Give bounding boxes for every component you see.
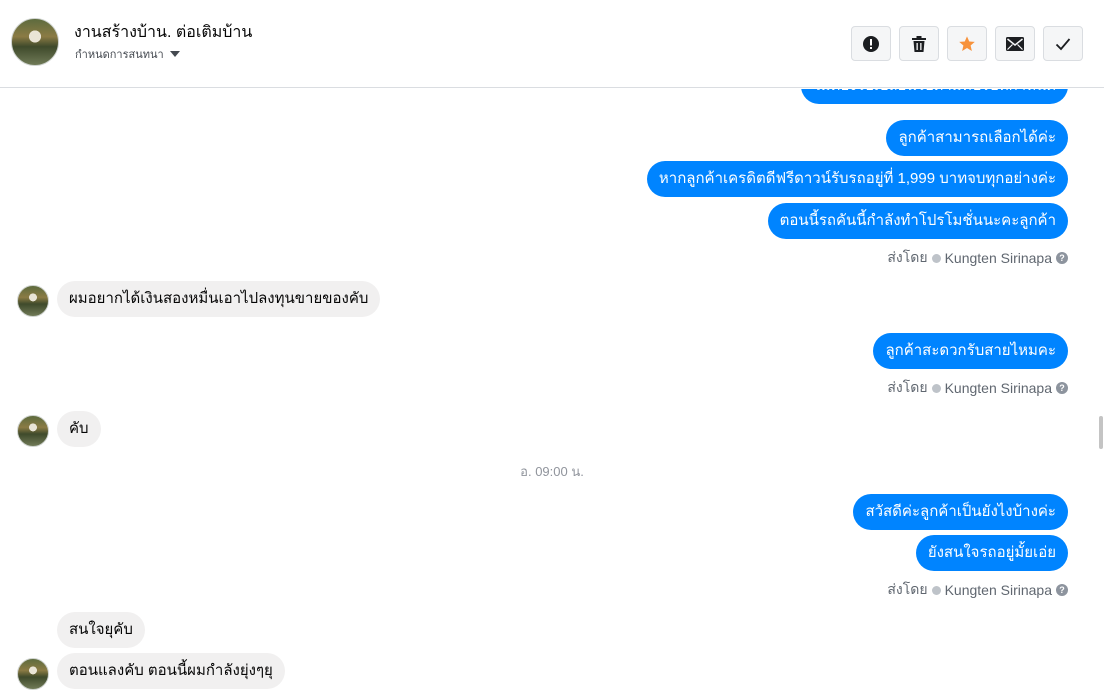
help-icon[interactable]: ? (1056, 252, 1068, 264)
help-icon[interactable]: ? (1056, 584, 1068, 596)
outgoing-message: หากลูกค้าเครดิตดีฟรีดาวน์รับรถอยู่ที่ 1,… (646, 161, 1068, 197)
outgoing-message: ลูกค้าสามารถเลือกได้ค่ะ (886, 120, 1068, 156)
done-button[interactable] (1043, 26, 1083, 61)
verified-icon (931, 383, 941, 393)
sent-by-note: ส่งโดย Kungten Sirinapa ? (887, 579, 1068, 601)
incoming-message: ผมอยากได้เงินสองหมื่นเอาไปลงทุนขายของคับ (57, 281, 381, 317)
conversation-header: งานสร้างบ้าน. ต่อเติมบ้าน กำหนดการสนทนา (0, 0, 1104, 88)
sent-by-label: ส่งโดย (887, 249, 928, 265)
exclamation-circle-icon (863, 35, 879, 52)
sender-name: Kungten Sirinapa (944, 582, 1052, 598)
customer-avatar (17, 415, 49, 447)
check-icon (1055, 37, 1071, 50)
envelope-icon (1006, 36, 1024, 51)
sender-name: Kungten Sirinapa (944, 380, 1052, 396)
incoming-message: สนใจยุคับ (57, 612, 145, 648)
caret-down-icon (169, 51, 180, 57)
help-icon[interactable]: ? (1056, 382, 1068, 394)
page-avatar[interactable] (11, 18, 59, 66)
star-button[interactable] (947, 26, 987, 61)
incoming-message: ตอนแลงคับ ตอนนี้ผมกำลังยุ่งๆยุ (57, 653, 285, 689)
message-thread: ไม่ต้องไปเปลี่ยนไปตามที่ปรับที่กำหนด ลูก… (0, 89, 1104, 699)
customer-avatar (17, 658, 49, 690)
sender-name: Kungten Sirinapa (944, 250, 1052, 266)
outgoing-message: ตอนนี้รถคันนี้กำลังทำโปรโมชั่นนะคะลูกค้า (767, 203, 1068, 239)
schedule-dropdown[interactable]: กำหนดการสนทนา (75, 45, 180, 63)
outgoing-message: ลูกค้าสะดวกรับสายไหมคะ (873, 333, 1068, 369)
conversation-title: งานสร้างบ้าน. ต่อเติมบ้าน (74, 24, 253, 41)
outgoing-message: ไม่ต้องไปเปลี่ยนไปตามที่ปรับที่กำหนด (801, 89, 1068, 104)
sent-by-label: ส่งโดย (887, 581, 928, 597)
verified-icon (931, 585, 941, 595)
thread-scrollbar[interactable] (1098, 89, 1104, 699)
report-button[interactable] (851, 26, 891, 61)
scrollbar-thumb[interactable] (1099, 416, 1103, 449)
incoming-message: คับ (57, 411, 101, 447)
sent-by-label: ส่งโดย (887, 379, 928, 395)
customer-avatar (17, 285, 49, 317)
schedule-label: กำหนดการสนทนา (75, 49, 164, 61)
mark-unread-button[interactable] (995, 26, 1035, 61)
outgoing-message: ยังสนใจรถอยู่มั้ยเอ่ย (915, 535, 1068, 571)
sent-by-note: ส่งโดย Kungten Sirinapa ? (887, 247, 1068, 269)
message-timestamp: อ. 09:00 น. (520, 464, 584, 479)
trash-icon (912, 35, 926, 52)
verified-icon (931, 253, 941, 263)
star-icon (959, 35, 975, 51)
delete-button[interactable] (899, 26, 939, 61)
sent-by-note: ส่งโดย Kungten Sirinapa ? (887, 377, 1068, 399)
outgoing-message: สวัสดีค่ะลูกค้าเป็นยังไงบ้างค่ะ (853, 494, 1068, 530)
